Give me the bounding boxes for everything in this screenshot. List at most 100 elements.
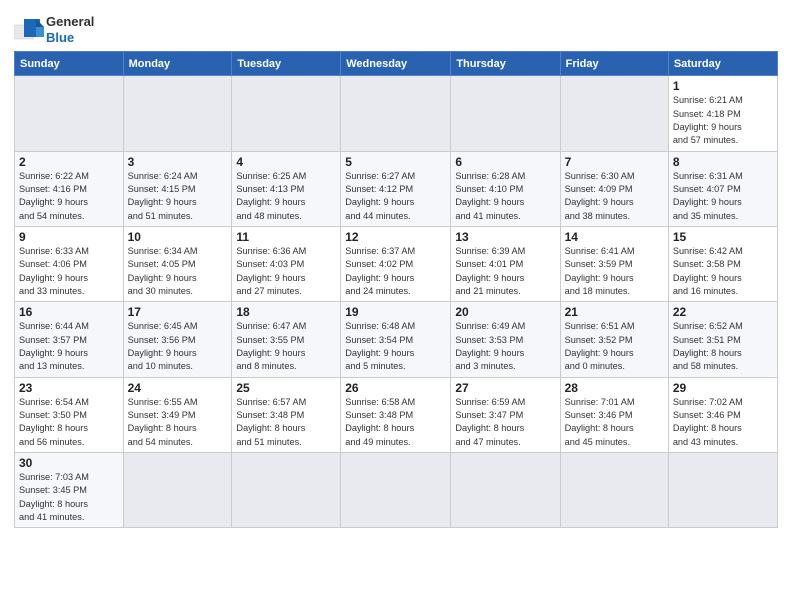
header: General Blue: [14, 10, 778, 45]
calendar-cell: 15Sunrise: 6:42 AM Sunset: 3:58 PM Dayli…: [668, 226, 777, 301]
day-number: 8: [673, 155, 773, 169]
calendar-cell: [668, 453, 777, 528]
day-number: 29: [673, 381, 773, 395]
calendar-body: 1Sunrise: 6:21 AM Sunset: 4:18 PM Daylig…: [15, 76, 778, 528]
calendar-cell: [123, 76, 232, 151]
calendar-cell: 16Sunrise: 6:44 AM Sunset: 3:57 PM Dayli…: [15, 302, 124, 377]
day-number: 7: [565, 155, 664, 169]
day-info: Sunrise: 7:02 AM Sunset: 3:46 PM Dayligh…: [673, 396, 773, 449]
logo-text: General Blue: [46, 14, 94, 45]
day-info: Sunrise: 6:27 AM Sunset: 4:12 PM Dayligh…: [345, 170, 446, 223]
day-number: 25: [236, 381, 336, 395]
day-info: Sunrise: 6:30 AM Sunset: 4:09 PM Dayligh…: [565, 170, 664, 223]
day-info: Sunrise: 6:55 AM Sunset: 3:49 PM Dayligh…: [128, 396, 228, 449]
day-info: Sunrise: 6:24 AM Sunset: 4:15 PM Dayligh…: [128, 170, 228, 223]
day-info: Sunrise: 6:48 AM Sunset: 3:54 PM Dayligh…: [345, 320, 446, 373]
day-info: Sunrise: 6:57 AM Sunset: 3:48 PM Dayligh…: [236, 396, 336, 449]
calendar-cell: 28Sunrise: 7:01 AM Sunset: 3:46 PM Dayli…: [560, 377, 668, 452]
calendar-cell: 29Sunrise: 7:02 AM Sunset: 3:46 PM Dayli…: [668, 377, 777, 452]
calendar-cell: 23Sunrise: 6:54 AM Sunset: 3:50 PM Dayli…: [15, 377, 124, 452]
calendar-cell: 11Sunrise: 6:36 AM Sunset: 4:03 PM Dayli…: [232, 226, 341, 301]
calendar-cell: 21Sunrise: 6:51 AM Sunset: 3:52 PM Dayli…: [560, 302, 668, 377]
calendar-cell: [123, 453, 232, 528]
calendar-cell: [15, 76, 124, 151]
day-info: Sunrise: 7:03 AM Sunset: 3:45 PM Dayligh…: [19, 471, 119, 524]
day-number: 28: [565, 381, 664, 395]
day-info: Sunrise: 6:42 AM Sunset: 3:58 PM Dayligh…: [673, 245, 773, 298]
day-number: 1: [673, 79, 773, 93]
day-info: Sunrise: 6:51 AM Sunset: 3:52 PM Dayligh…: [565, 320, 664, 373]
day-number: 11: [236, 230, 336, 244]
calendar-cell: 12Sunrise: 6:37 AM Sunset: 4:02 PM Dayli…: [341, 226, 451, 301]
day-info: Sunrise: 6:21 AM Sunset: 4:18 PM Dayligh…: [673, 94, 773, 147]
day-number: 20: [455, 305, 555, 319]
calendar-cell: [451, 76, 560, 151]
day-info: Sunrise: 6:31 AM Sunset: 4:07 PM Dayligh…: [673, 170, 773, 223]
calendar-week-4: 16Sunrise: 6:44 AM Sunset: 3:57 PM Dayli…: [15, 302, 778, 377]
day-info: Sunrise: 6:54 AM Sunset: 3:50 PM Dayligh…: [19, 396, 119, 449]
day-number: 12: [345, 230, 446, 244]
day-number: 23: [19, 381, 119, 395]
day-number: 17: [128, 305, 228, 319]
calendar-cell: 18Sunrise: 6:47 AM Sunset: 3:55 PM Dayli…: [232, 302, 341, 377]
weekday-header-saturday: Saturday: [668, 52, 777, 76]
calendar-table: SundayMondayTuesdayWednesdayThursdayFrid…: [14, 51, 778, 528]
calendar-cell: 3Sunrise: 6:24 AM Sunset: 4:15 PM Daylig…: [123, 151, 232, 226]
weekday-header-wednesday: Wednesday: [341, 52, 451, 76]
weekday-header-tuesday: Tuesday: [232, 52, 341, 76]
day-info: Sunrise: 6:44 AM Sunset: 3:57 PM Dayligh…: [19, 320, 119, 373]
weekday-header-row: SundayMondayTuesdayWednesdayThursdayFrid…: [15, 52, 778, 76]
day-info: Sunrise: 6:47 AM Sunset: 3:55 PM Dayligh…: [236, 320, 336, 373]
calendar-cell: [341, 76, 451, 151]
calendar-cell: [232, 453, 341, 528]
calendar-cell: 30Sunrise: 7:03 AM Sunset: 3:45 PM Dayli…: [15, 453, 124, 528]
calendar-week-3: 9Sunrise: 6:33 AM Sunset: 4:06 PM Daylig…: [15, 226, 778, 301]
calendar-cell: [341, 453, 451, 528]
day-number: 22: [673, 305, 773, 319]
day-number: 19: [345, 305, 446, 319]
day-number: 9: [19, 230, 119, 244]
logo-blue: Blue: [46, 30, 74, 45]
day-number: 16: [19, 305, 119, 319]
calendar-cell: 4Sunrise: 6:25 AM Sunset: 4:13 PM Daylig…: [232, 151, 341, 226]
day-number: 24: [128, 381, 228, 395]
calendar-week-5: 23Sunrise: 6:54 AM Sunset: 3:50 PM Dayli…: [15, 377, 778, 452]
calendar-cell: 5Sunrise: 6:27 AM Sunset: 4:12 PM Daylig…: [341, 151, 451, 226]
day-info: Sunrise: 6:52 AM Sunset: 3:51 PM Dayligh…: [673, 320, 773, 373]
weekday-header-sunday: Sunday: [15, 52, 124, 76]
day-info: Sunrise: 7:01 AM Sunset: 3:46 PM Dayligh…: [565, 396, 664, 449]
weekday-header-monday: Monday: [123, 52, 232, 76]
weekday-header-thursday: Thursday: [451, 52, 560, 76]
day-info: Sunrise: 6:22 AM Sunset: 4:16 PM Dayligh…: [19, 170, 119, 223]
calendar-cell: 27Sunrise: 6:59 AM Sunset: 3:47 PM Dayli…: [451, 377, 560, 452]
day-info: Sunrise: 6:37 AM Sunset: 4:02 PM Dayligh…: [345, 245, 446, 298]
day-number: 14: [565, 230, 664, 244]
calendar-cell: 10Sunrise: 6:34 AM Sunset: 4:05 PM Dayli…: [123, 226, 232, 301]
weekday-header-friday: Friday: [560, 52, 668, 76]
day-number: 4: [236, 155, 336, 169]
day-number: 26: [345, 381, 446, 395]
calendar-cell: 24Sunrise: 6:55 AM Sunset: 3:49 PM Dayli…: [123, 377, 232, 452]
day-number: 6: [455, 155, 555, 169]
day-info: Sunrise: 6:33 AM Sunset: 4:06 PM Dayligh…: [19, 245, 119, 298]
day-number: 2: [19, 155, 119, 169]
day-info: Sunrise: 6:25 AM Sunset: 4:13 PM Dayligh…: [236, 170, 336, 223]
calendar-cell: 9Sunrise: 6:33 AM Sunset: 4:06 PM Daylig…: [15, 226, 124, 301]
day-info: Sunrise: 6:28 AM Sunset: 4:10 PM Dayligh…: [455, 170, 555, 223]
day-info: Sunrise: 6:45 AM Sunset: 3:56 PM Dayligh…: [128, 320, 228, 373]
calendar-cell: [451, 453, 560, 528]
calendar-cell: 26Sunrise: 6:58 AM Sunset: 3:48 PM Dayli…: [341, 377, 451, 452]
day-info: Sunrise: 6:49 AM Sunset: 3:53 PM Dayligh…: [455, 320, 555, 373]
calendar-cell: 25Sunrise: 6:57 AM Sunset: 3:48 PM Dayli…: [232, 377, 341, 452]
calendar-cell: [560, 453, 668, 528]
day-number: 13: [455, 230, 555, 244]
calendar-cell: 19Sunrise: 6:48 AM Sunset: 3:54 PM Dayli…: [341, 302, 451, 377]
logo-icon: [14, 19, 42, 41]
day-number: 5: [345, 155, 446, 169]
calendar-cell: 1Sunrise: 6:21 AM Sunset: 4:18 PM Daylig…: [668, 76, 777, 151]
day-number: 3: [128, 155, 228, 169]
logo-general: General: [46, 14, 94, 29]
day-number: 21: [565, 305, 664, 319]
calendar-cell: 2Sunrise: 6:22 AM Sunset: 4:16 PM Daylig…: [15, 151, 124, 226]
calendar-cell: 14Sunrise: 6:41 AM Sunset: 3:59 PM Dayli…: [560, 226, 668, 301]
